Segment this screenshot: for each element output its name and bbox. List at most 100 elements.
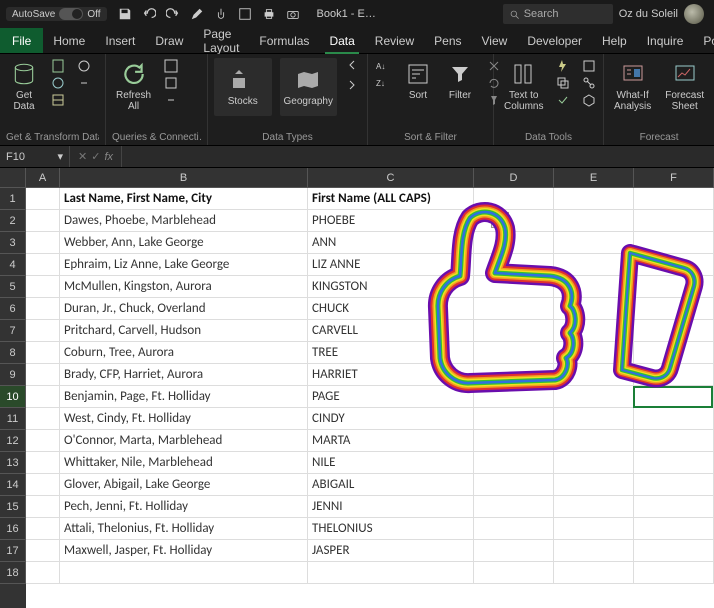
- nav-left-icon[interactable]: [345, 58, 361, 74]
- tab-insert[interactable]: Insert: [95, 28, 145, 53]
- cell[interactable]: [554, 254, 634, 276]
- cell[interactable]: [634, 364, 714, 386]
- tab-help[interactable]: Help: [592, 28, 637, 53]
- col-header-A[interactable]: A: [26, 168, 60, 188]
- cell[interactable]: [554, 496, 634, 518]
- cell[interactable]: [634, 562, 714, 584]
- cell[interactable]: Coburn, Tree, Aurora: [60, 342, 308, 364]
- cell[interactable]: [474, 474, 554, 496]
- cell[interactable]: Maxwell, Jasper, Ft. Holliday: [60, 540, 308, 562]
- cell[interactable]: [634, 430, 714, 452]
- cell[interactable]: Glover, Abigail, Lake George: [60, 474, 308, 496]
- cell[interactable]: [634, 408, 714, 430]
- cell[interactable]: [474, 188, 554, 210]
- cell[interactable]: Pritchard, Carvell, Hudson: [60, 320, 308, 342]
- cell[interactable]: [26, 452, 60, 474]
- cell[interactable]: Last Name, First Name, City: [60, 188, 308, 210]
- cell[interactable]: [554, 364, 634, 386]
- cell[interactable]: [554, 386, 634, 408]
- row-header[interactable]: 18: [0, 562, 26, 584]
- row-header[interactable]: 9: [0, 364, 26, 386]
- row-header[interactable]: 16: [0, 518, 26, 540]
- cell[interactable]: [26, 210, 60, 232]
- cell[interactable]: [554, 540, 634, 562]
- cell[interactable]: [474, 276, 554, 298]
- row-header[interactable]: 15: [0, 496, 26, 518]
- cell[interactable]: [26, 342, 60, 364]
- col-header-C[interactable]: C: [308, 168, 474, 188]
- stocks-button[interactable]: Stocks: [214, 58, 272, 116]
- row-header[interactable]: 2: [0, 210, 26, 232]
- tab-power[interactable]: Power: [693, 28, 714, 53]
- cell[interactable]: [26, 562, 60, 584]
- nav-right-icon[interactable]: [345, 78, 361, 94]
- cell[interactable]: Benjamin, Page, Ft. Holliday: [60, 386, 308, 408]
- relationships-button[interactable]: [579, 75, 599, 91]
- cell[interactable]: KINGSTON: [308, 276, 474, 298]
- col-header-E[interactable]: E: [554, 168, 634, 188]
- cell[interactable]: [474, 452, 554, 474]
- cell[interactable]: [474, 364, 554, 386]
- cell[interactable]: [474, 496, 554, 518]
- row-header[interactable]: 6: [0, 298, 26, 320]
- cell[interactable]: JENNI: [308, 496, 474, 518]
- row-header[interactable]: 8: [0, 342, 26, 364]
- col-header-B[interactable]: B: [60, 168, 308, 188]
- from-web-button[interactable]: [48, 75, 68, 91]
- search-box[interactable]: Search: [503, 4, 613, 24]
- select-all-corner[interactable]: [0, 168, 26, 188]
- tab-pens[interactable]: Pens: [424, 28, 471, 53]
- cell[interactable]: [474, 210, 554, 232]
- cell[interactable]: JASPER: [308, 540, 474, 562]
- edit-links-button[interactable]: [161, 92, 181, 108]
- forecast-sheet-button[interactable]: Forecast Sheet: [661, 58, 708, 114]
- cell[interactable]: TREE: [308, 342, 474, 364]
- cell[interactable]: PAGE: [308, 386, 474, 408]
- col-header-F[interactable]: F: [634, 168, 714, 188]
- col-header-D[interactable]: D: [474, 168, 554, 188]
- cell-grid[interactable]: Last Name, First Name, CityFirst Name (A…: [26, 188, 714, 608]
- cell[interactable]: [26, 364, 60, 386]
- tab-view[interactable]: View: [472, 28, 518, 53]
- cell[interactable]: [474, 386, 554, 408]
- cancel-icon[interactable]: ✕: [78, 150, 87, 163]
- cell[interactable]: [634, 474, 714, 496]
- name-box[interactable]: F10 ▾: [0, 146, 70, 167]
- cell[interactable]: [634, 232, 714, 254]
- cell[interactable]: CINDY: [308, 408, 474, 430]
- cell[interactable]: Ephraim, Liz Anne, Lake George: [60, 254, 308, 276]
- cell[interactable]: HARRIET: [308, 364, 474, 386]
- tab-formulas[interactable]: Formulas: [249, 28, 319, 53]
- cell[interactable]: First Name (ALL CAPS): [308, 188, 474, 210]
- cell[interactable]: [634, 254, 714, 276]
- save-icon[interactable]: [117, 6, 133, 22]
- worksheet[interactable]: ABCDEF 123456789101112131415161718 Last …: [0, 168, 714, 608]
- cell[interactable]: [474, 430, 554, 452]
- cell[interactable]: [554, 276, 634, 298]
- row-header[interactable]: 7: [0, 320, 26, 342]
- cell[interactable]: [634, 452, 714, 474]
- text-to-columns-button[interactable]: Text to Columns: [500, 58, 547, 114]
- cell[interactable]: Whittaker, Nile, Marblehead: [60, 452, 308, 474]
- cell[interactable]: Pech, Jenni, Ft. Holliday: [60, 496, 308, 518]
- cell[interactable]: McMullen, Kingston, Aurora: [60, 276, 308, 298]
- cell[interactable]: [554, 430, 634, 452]
- cell[interactable]: [474, 540, 554, 562]
- cell[interactable]: [308, 562, 474, 584]
- cell[interactable]: [26, 408, 60, 430]
- camera-icon[interactable]: [285, 6, 301, 22]
- user-account[interactable]: Oz du Soleil: [619, 4, 708, 24]
- cell[interactable]: Duran, Jr., Chuck, Overland: [60, 298, 308, 320]
- cell[interactable]: [26, 474, 60, 496]
- cell[interactable]: [554, 408, 634, 430]
- row-header[interactable]: 12: [0, 430, 26, 452]
- cell[interactable]: CHUCK: [308, 298, 474, 320]
- cell[interactable]: [474, 298, 554, 320]
- cell[interactable]: [554, 298, 634, 320]
- cell[interactable]: [474, 254, 554, 276]
- row-header[interactable]: 1: [0, 188, 26, 210]
- tab-developer[interactable]: Developer: [517, 28, 592, 53]
- cell[interactable]: [634, 276, 714, 298]
- row-header[interactable]: 4: [0, 254, 26, 276]
- cell[interactable]: [634, 496, 714, 518]
